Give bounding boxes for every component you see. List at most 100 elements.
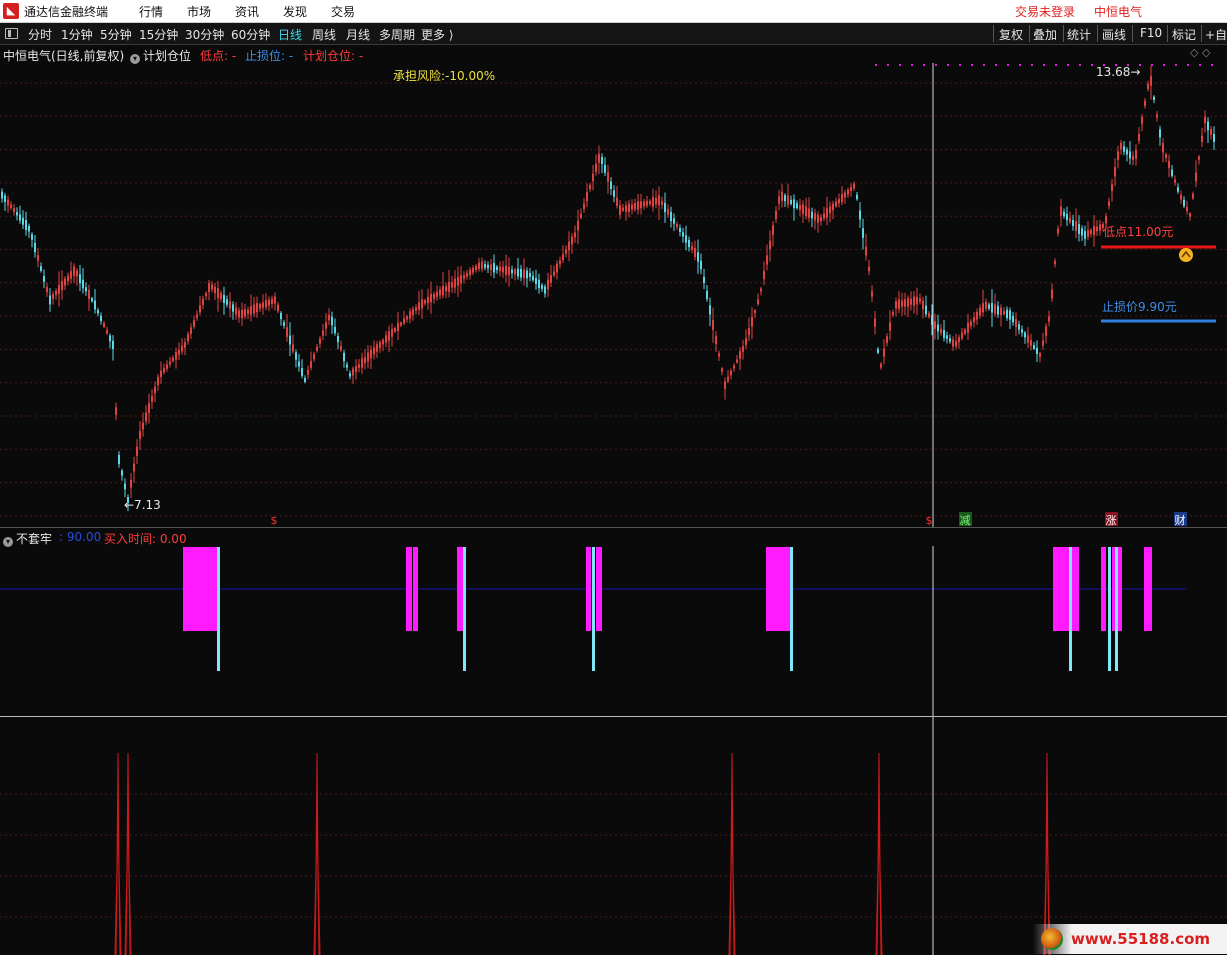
spike-line [875,752,883,955]
spike-line [124,752,132,955]
event-marker: 财 [1175,513,1186,527]
toolbar-divider [1132,25,1133,42]
spike-line-inner [115,806,121,955]
signal-bar [1053,547,1079,631]
signal-dot [1175,64,1177,66]
toolbar-divider [1167,25,1168,42]
low-point-value: 低点: - [200,49,237,63]
period-1min[interactable]: 1分钟 [61,26,93,43]
menu-news[interactable]: 资讯 [235,3,259,20]
indicator-name[interactable]: ▾ 计划仓位 [130,47,191,64]
signal-dot [1019,64,1021,66]
signal-bar [413,547,418,631]
app-title: 通达信金融终端 [24,5,109,19]
period-60min[interactable]: 60分钟 [231,26,270,43]
indicator1-value: : 90.00 [59,530,102,544]
watermark-logo-icon [1041,928,1063,950]
draw-line-button[interactable]: 画线 [1102,26,1126,43]
signal-dot [935,64,937,66]
signal-dot [1211,64,1213,66]
signal-dot [899,64,901,66]
period-15min[interactable]: 15分钟 [139,26,178,43]
adjust-button[interactable]: 复权 [999,26,1023,43]
signal-bar [1101,547,1106,631]
toolbar-divider [1029,25,1030,42]
indicator1-name-text: 不套牢 [16,532,53,546]
spike-line [114,752,122,955]
candlesticks [1,65,1215,512]
menu-trade[interactable]: 交易 [331,3,355,20]
panel-toggle-icon[interactable] [5,28,18,39]
menu-discover[interactable]: 发现 [283,3,307,20]
period-monthly[interactable]: 月线 [346,26,370,43]
indicator1-name[interactable]: ▾ 不套牢 [3,530,52,547]
signal-dot [1031,64,1033,66]
signal-bar [586,547,591,631]
indicator1-canvas[interactable] [0,528,1227,716]
indicator-pane-2[interactable] [0,716,1227,955]
f10-button[interactable]: F10 [1140,26,1162,40]
signal-dot [983,64,985,66]
period-daily[interactable]: 日线 [278,26,302,43]
signal-dot [971,64,973,66]
buy-signal-line [1115,547,1118,671]
signal-dot [911,64,913,66]
signal-dot [1091,64,1093,66]
site-watermark: www.55188.com [1033,924,1227,954]
indicator1-menu-icon[interactable]: ▾ [3,537,13,547]
indicator-menu-icon[interactable]: ▾ [130,54,140,64]
indicator2-canvas[interactable] [0,717,1227,955]
indicator-name-text: 计划仓位 [143,49,192,63]
signal-bar [183,547,217,631]
low-point-label: 低点11.00元 [1103,225,1173,239]
signal-dot [1043,64,1045,66]
menu-market-quotes[interactable]: 行情 [139,3,163,20]
stock-title: 中恒电气 [1094,5,1143,19]
signal-bar [457,547,463,631]
overlay-button[interactable]: 叠加 [1033,26,1057,43]
spike-line-inner [314,806,320,955]
signal-dot [1199,64,1201,66]
period-intraday[interactable]: 分时 [28,26,52,43]
app-logo-icon: ◣ [3,3,19,19]
spike-line-inner [125,806,131,955]
period-weekly[interactable]: 周线 [312,26,336,43]
period-multi[interactable]: 多周期 [379,26,415,43]
signal-bar [766,547,790,631]
mark-button[interactable]: 标记 [1172,26,1196,43]
period-more[interactable]: 更多 ⟩ [421,26,454,43]
toolbar-divider [1063,25,1064,42]
signal-dot [1007,64,1009,66]
period-30min[interactable]: 30分钟 [185,26,224,43]
buy-point-icon [1179,248,1193,262]
signal-bar [1144,547,1152,631]
period-5min[interactable]: 5分钟 [100,26,132,43]
custom-button[interactable]: +自 [1205,26,1227,43]
trade-login-status[interactable]: 交易未登录 [1015,3,1075,20]
event-marker: $ [926,514,933,527]
indicator-pane-1[interactable]: ▾ 不套牢 : 90.00 买入时间: 0.00 [0,527,1227,716]
buy-time-value: 买入时间: 0.00 [104,532,187,546]
stock-period-label: 中恒电气(日线,前复权) [3,49,125,63]
high-price-label: 13.68→ [1096,65,1140,79]
buy-signal-line [1108,547,1111,671]
statistics-button[interactable]: 统计 [1067,26,1091,43]
buy-signal-line [790,547,793,671]
main-kline-pane[interactable]: 13.68→ ←7.13 低点11.00元 止损价9.90元 $ $ 减 涨 财 中恒电气(日线… [0,45,1227,527]
signal-dot [923,64,925,66]
signal-dot [1187,64,1189,66]
signal-dot [1151,64,1153,66]
spike-line [313,752,321,955]
signal-dot [875,64,877,66]
watermark-text: www.55188.com [1071,930,1211,948]
toolbar-divider [1097,25,1098,42]
kline-canvas[interactable]: 13.68→ ←7.13 低点11.00元止损价9.90元 $ $ 减 涨 财 [0,45,1227,527]
plan-position-value: 计划仓位: - [303,49,364,63]
signal-dot [1163,64,1165,66]
signal-dot [959,64,961,66]
diamond-icon[interactable]: ◇ ◇ [1190,46,1210,59]
risk-label: 承担风险:-10.00% [393,69,496,83]
menu-market[interactable]: 市场 [187,3,211,20]
event-marker: 减 [960,514,971,527]
title-bar: ◣ 通达信金融终端 行情 市场 资讯 发现 交易 交易未登录 中恒电气 [0,0,1227,23]
